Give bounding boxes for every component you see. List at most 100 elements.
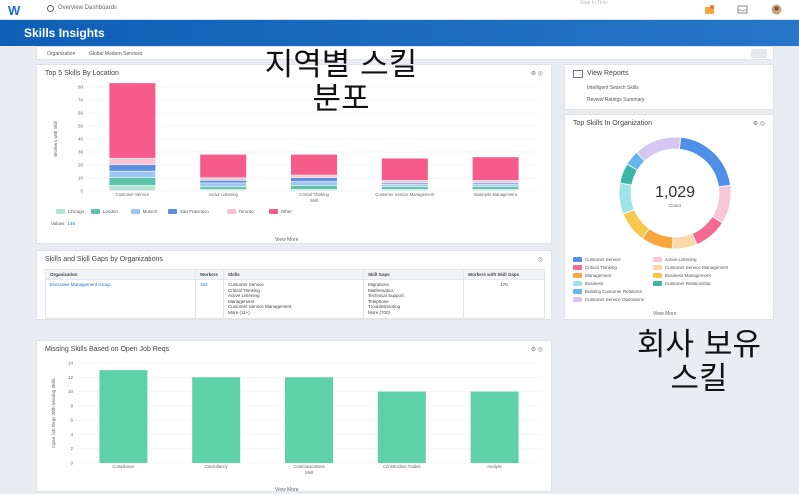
top-skills-view-more[interactable]: View More [653,311,677,317]
skills-more-link[interactable]: More (11+) [228,310,359,316]
row-workers[interactable]: 163 [195,279,224,319]
bar-segment[interactable] [472,180,519,183]
bar-segment[interactable] [472,184,519,187]
col-organization[interactable]: Organization [45,269,196,280]
col-workers-with-gaps[interactable]: Workers with Skill Gaps [463,269,545,280]
bar-segment[interactable] [291,175,337,178]
legend-label: Customer Service Management [665,265,729,270]
row-gap-workers: 170 [463,279,545,319]
report-link[interactable]: Intelligent Search Skills [587,85,639,91]
workday-logo[interactable]: W [8,3,22,18]
notifications-icon[interactable] [704,4,715,15]
search-input[interactable]: Overview Dashboards [58,5,117,11]
legend-item[interactable]: San Francisco [168,209,209,214]
bar-segment[interactable] [109,83,156,158]
donut-slice[interactable] [618,182,635,215]
y-tick-label: 50 [78,124,84,129]
missing-title: Missing Skills Based on Open Job Reqs [45,346,170,353]
legend-swatch [653,281,662,286]
donut-slice[interactable] [678,136,731,188]
bar[interactable] [285,377,333,463]
legend-item[interactable]: Customer Service Operations [573,297,644,302]
donut-slice[interactable] [711,184,732,224]
col-workers[interactable]: Workers [195,269,224,280]
bar-segment[interactable] [291,181,337,186]
bar-segment[interactable] [472,189,519,191]
bar-segment[interactable] [109,165,156,171]
legend-label: Critical Thinking [585,265,617,270]
bar-segment[interactable] [381,187,428,190]
x-tick-label: Construction Trades [383,464,420,469]
y-tick-label: 40 [78,137,84,142]
legend-item[interactable]: Other [268,209,292,214]
bar-segment[interactable] [109,185,156,191]
legend-item[interactable]: Customer Service [573,257,621,262]
bar-segment[interactable] [109,158,156,165]
top-skills-menu-icon[interactable]: ⚙ ◎ [753,120,765,127]
bar-segment[interactable] [381,158,428,181]
skill-gaps-card: Skills and Skill Gaps by Organizations ◎… [36,250,552,320]
legend-item[interactable]: Customer Service Management [653,265,728,270]
bar-segment[interactable] [200,178,247,180]
bar-segment[interactable] [472,157,519,180]
bar-segment[interactable] [200,183,247,187]
missing-menu-icon[interactable]: ⚙ ◎ [531,346,543,353]
legend-item[interactable]: Business [573,281,603,286]
y-tick-label: 10 [68,389,74,394]
bar-segment[interactable] [381,180,428,183]
inbox-icon[interactable] [737,4,748,15]
donut-slice[interactable] [672,232,698,250]
legend-item[interactable]: Business Management [653,273,711,278]
legend-swatch [168,209,178,214]
legend-item[interactable]: Customer Relationship [653,281,711,286]
bar-segment[interactable] [200,180,247,183]
legend-item[interactable]: London [90,209,118,214]
bar-segment[interactable] [472,183,519,184]
bar[interactable] [192,377,241,463]
bar-segment[interactable] [381,189,428,191]
legend-item[interactable]: Building Customer Relations [573,289,642,294]
legend-swatch [573,289,582,294]
donut-slice[interactable] [622,209,650,239]
search-icon[interactable] [47,5,54,12]
y-tick-label: 70 [78,98,84,103]
bar-segment[interactable] [381,184,428,187]
bar[interactable] [99,370,148,463]
legend-label: Business Management [665,273,711,278]
bar-segment[interactable] [291,189,337,191]
bar-segment[interactable] [291,185,337,190]
bar-segment[interactable] [109,171,156,178]
bar-segment[interactable] [291,178,337,182]
legend-item[interactable]: Critical Thinking [573,265,617,270]
bar-segment[interactable] [200,189,247,191]
bar-segment[interactable] [109,178,156,186]
legend-item[interactable]: Active Listening [653,257,697,262]
bar[interactable] [470,391,519,463]
col-skill-gaps[interactable]: Skill Gaps [363,269,464,280]
legend-swatch [653,265,662,270]
organization-value[interactable]: Global Modern Services [89,51,142,57]
donut-slice[interactable] [691,215,723,246]
bar-segment[interactable] [291,154,337,175]
y-tick-label: 12 [68,375,74,380]
report-link[interactable]: Review Ratings Summary [587,97,645,103]
edit-button[interactable] [751,49,767,58]
bar-segment[interactable] [200,187,247,190]
legend-item[interactable]: Management [573,273,611,278]
avatar[interactable] [771,4,782,15]
gaps-more-link[interactable]: More (700) [368,310,459,316]
skill-gaps-menu-icon[interactable]: ◎ [538,256,543,263]
col-skills[interactable]: Skills [223,269,364,280]
legend-item[interactable]: Chicago [55,209,84,214]
donut-slice[interactable] [635,136,682,162]
top5-view-more[interactable]: View More [275,237,299,243]
bar-segment[interactable] [200,154,247,178]
organization-label: Organization [47,51,76,57]
row-organization[interactable]: Executive Management Group [45,279,196,319]
legend-item[interactable]: Toronto [226,209,254,214]
legend-item[interactable]: Munich [130,209,157,214]
bar-segment[interactable] [381,183,428,184]
bar[interactable] [377,391,426,463]
missing-view-more[interactable]: View More [275,487,299,493]
bar-segment[interactable] [472,187,519,190]
